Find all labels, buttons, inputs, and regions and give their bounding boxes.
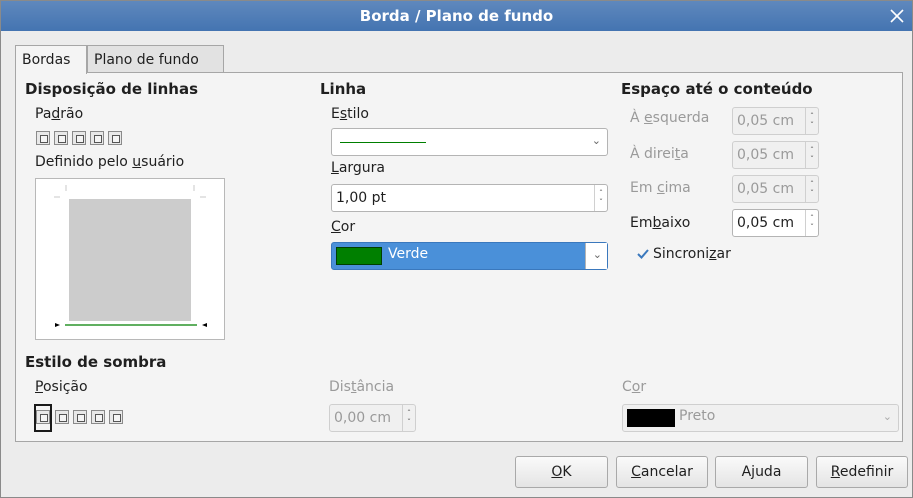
- line-width-spinner[interactable]: ˆˇ: [594, 185, 607, 211]
- shadow-top-right-option[interactable]: [73, 410, 87, 424]
- line-color-select[interactable]: Verde ⌄: [331, 242, 608, 270]
- spacing-right-field[interactable]: 0,05 cm ˆˇ: [732, 141, 819, 169]
- shadow-distance-spinner[interactable]: ˆˇ: [402, 405, 415, 431]
- width-label: Largura: [331, 160, 385, 176]
- preset-left-right[interactable]: [108, 131, 122, 145]
- close-icon[interactable]: [886, 5, 908, 27]
- preset-outer[interactable]: [54, 131, 68, 145]
- line-color-button[interactable]: ⌄: [585, 243, 607, 269]
- border-preview-graphic: [54, 185, 207, 327]
- line-width-field[interactable]: 1,00 pt ˆˇ: [331, 184, 608, 212]
- shadow-position-label: Posição: [35, 379, 88, 395]
- line-style-sample: [340, 142, 426, 143]
- title-bar: Borda / Plano de fundo: [1, 1, 912, 31]
- spacing-top-label: Em cima: [630, 180, 691, 196]
- window-title: Borda / Plano de fundo: [359, 7, 554, 25]
- line-style-select[interactable]: ⌄: [331, 128, 608, 156]
- checkmark-icon: [637, 249, 649, 259]
- ok-button[interactable]: OK: [515, 456, 608, 488]
- line-color-label: Cor: [331, 219, 356, 235]
- chevron-down-icon: ⌄: [882, 410, 892, 423]
- chevron-down-icon: ⌄: [591, 134, 601, 147]
- shadow-color-label: Cor: [622, 379, 647, 395]
- tab-background-label: Plano de fundo: [94, 51, 199, 68]
- spacing-bottom-spinner[interactable]: ˆˇ: [805, 210, 818, 236]
- style-label: Estilo: [331, 106, 369, 122]
- reset-button[interactable]: Redefinir: [816, 456, 908, 488]
- shadow-bottom-left-option[interactable]: [91, 410, 105, 424]
- spacing-top-spinner[interactable]: ˆˇ: [805, 176, 818, 202]
- line-color-value: Verde: [388, 246, 429, 262]
- border-background-dialog: Borda / Plano de fundo Bordas Plano de f…: [0, 0, 913, 498]
- line-width-value: 1,00 pt: [336, 190, 386, 206]
- tab-borders[interactable]: Bordas: [15, 45, 87, 74]
- chevron-down-icon: ⌄: [592, 248, 602, 261]
- spacing-left-label: À esquerda: [630, 110, 710, 126]
- spacing-heading: Espaço até o conteúdo: [621, 80, 813, 98]
- shadow-none-option[interactable]: [34, 404, 52, 432]
- line-heading: Linha: [320, 80, 367, 98]
- shadow-color-select[interactable]: Preto ⌄: [622, 404, 899, 432]
- tab-borders-label: Bordas: [22, 52, 71, 68]
- shadow-color-swatch: [627, 409, 675, 427]
- tab-background[interactable]: Plano de fundo: [87, 45, 224, 73]
- spacing-right-label: À direita: [630, 146, 689, 162]
- spacing-bottom-field[interactable]: 0,05 cm ˆˇ: [732, 209, 819, 237]
- shadow-distance-label: Distância: [329, 379, 395, 395]
- shadow-heading: Estilo de sombra: [25, 353, 167, 371]
- shadow-top-left-option[interactable]: [109, 410, 123, 424]
- shadow-bottom-right-option[interactable]: [55, 410, 69, 424]
- spacing-bottom-label: Embaixo: [630, 215, 691, 231]
- spacing-left-field[interactable]: 0,05 cm ˆˇ: [732, 107, 819, 135]
- line-arrangement-heading: Disposição de linhas: [25, 80, 198, 98]
- help-button[interactable]: Ajuda: [715, 456, 808, 488]
- default-label: Padrão: [35, 106, 84, 122]
- preset-outer-horizontal[interactable]: [72, 131, 86, 145]
- shadow-distance-field[interactable]: 0,00 cm ˆˇ: [329, 404, 416, 432]
- shadow-color-value: Preto: [679, 408, 716, 424]
- cancel-button[interactable]: Cancelar: [616, 456, 708, 488]
- synchronize-label: Sincronizar: [653, 246, 731, 262]
- preset-none[interactable]: [36, 131, 50, 145]
- spacing-left-spinner[interactable]: ˆˇ: [805, 108, 818, 134]
- user-defined-label: Definido pelo usuário: [35, 154, 185, 170]
- line-color-swatch: [336, 247, 382, 265]
- preset-outer-all[interactable]: [90, 131, 104, 145]
- border-preview-canvas[interactable]: [35, 178, 225, 340]
- synchronize-checkbox[interactable]: Sincronizar: [637, 246, 731, 262]
- spacing-right-spinner[interactable]: ˆˇ: [805, 142, 818, 168]
- spacing-top-field[interactable]: 0,05 cm ˆˇ: [732, 175, 819, 203]
